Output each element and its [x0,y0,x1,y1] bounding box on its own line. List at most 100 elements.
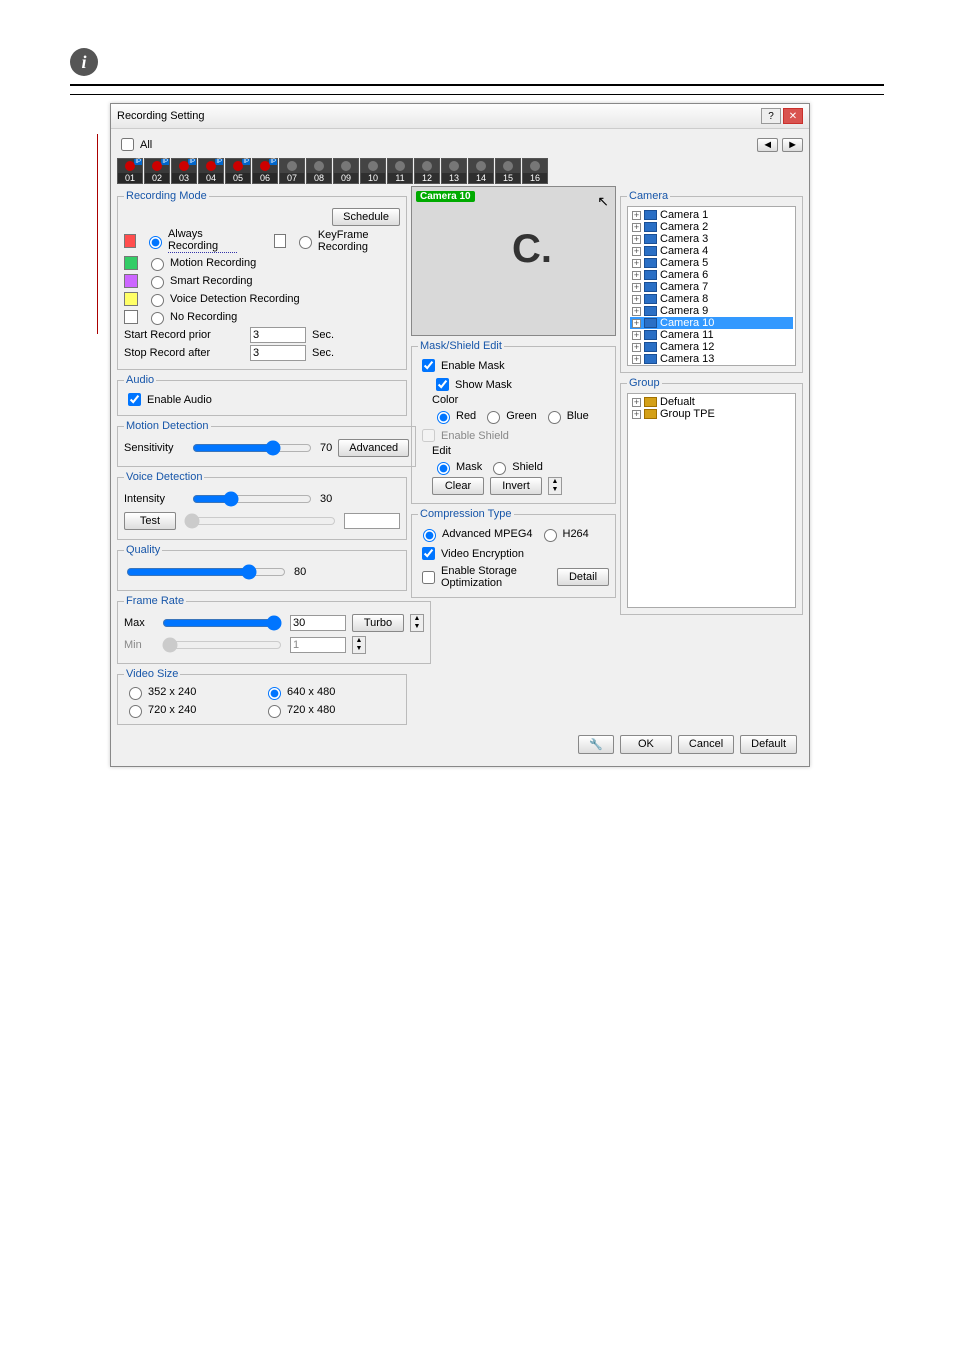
camera-tree-item[interactable]: +Camera 4 [630,245,793,257]
camera-chip-10[interactable]: 10 [360,158,386,184]
camera-chip-04[interactable]: IP04 [198,158,224,184]
motion-recording-option[interactable]: Motion Recording [146,255,256,271]
expand-icon[interactable]: + [632,307,641,316]
videosize-option-0[interactable]: 352 x 240 [124,684,261,700]
close-button[interactable]: ✕ [783,108,803,124]
camera-chip-14[interactable]: 14 [468,158,494,184]
camera-tree-item[interactable]: +Camera 13 [630,353,793,365]
camera-tree-item[interactable]: +Camera 3 [630,233,793,245]
camera-chip-16[interactable]: 16 [522,158,548,184]
videosize-option-2[interactable]: 720 x 240 [124,702,261,718]
mask-color-blue[interactable]: Blue [543,408,589,424]
mask-spinner[interactable]: ▲▼ [548,477,562,495]
expand-icon[interactable]: + [632,295,641,304]
no-recording-option[interactable]: No Recording [146,309,237,325]
intensity-slider[interactable] [192,491,312,507]
mask-color-green[interactable]: Green [482,408,537,424]
max-fps-slider[interactable] [162,615,282,631]
group-tree-item[interactable]: +Defualt [630,396,793,408]
expand-icon[interactable]: + [632,211,641,220]
camera-tree[interactable]: +Camera 1+Camera 2+Camera 3+Camera 4+Cam… [627,206,796,366]
camera-chip-06[interactable]: IP06 [252,158,278,184]
camera-icon [644,294,657,304]
nav-right-button[interactable]: ► [782,138,803,152]
camera-chip-08[interactable]: 08 [306,158,332,184]
mask-color-red[interactable]: Red [432,408,476,424]
keyframe-recording-option[interactable]: KeyFrame Recording [294,229,400,253]
expand-icon[interactable]: + [632,331,641,340]
camera-tree-item[interactable]: +Camera 2 [630,221,793,233]
expand-icon[interactable]: + [632,410,641,419]
camera-chip-13[interactable]: 13 [441,158,467,184]
all-checkbox-input[interactable] [121,138,134,151]
camera-preview[interactable]: Camera 10 C. ↖ [411,186,616,336]
show-mask-checkbox[interactable]: Show Mask [432,375,609,394]
nav-left-button[interactable]: ◄ [757,138,778,152]
max-fps-input[interactable] [290,615,346,631]
expand-icon[interactable]: + [632,283,641,292]
camera-tree-item[interactable]: +Camera 11 [630,329,793,341]
camera-tree-item[interactable]: +Camera 7 [630,281,793,293]
camera-tree-item[interactable]: +Camera 9 [630,305,793,317]
expand-icon[interactable]: + [632,235,641,244]
turbo-button[interactable]: Turbo [352,614,404,632]
expand-icon[interactable]: + [632,247,641,256]
expand-icon[interactable]: + [632,355,641,364]
enable-audio-checkbox[interactable]: Enable Audio [124,390,400,409]
camera-chip-03[interactable]: IP03 [171,158,197,184]
videosize-option-1[interactable]: 640 x 480 [263,684,400,700]
expand-icon[interactable]: + [632,223,641,232]
expand-icon[interactable]: + [632,259,641,268]
camera-chip-15[interactable]: 15 [495,158,521,184]
camera-chip-01[interactable]: IP01 [117,158,143,184]
camera-chip-05[interactable]: IP05 [225,158,251,184]
camera-chip-09[interactable]: 09 [333,158,359,184]
expand-icon[interactable]: + [632,319,641,328]
camera-chip-12[interactable]: 12 [414,158,440,184]
camera-tree-item[interactable]: +Camera 1 [630,209,793,221]
schedule-button[interactable]: Schedule [332,208,400,226]
invert-button[interactable]: Invert [490,477,542,495]
compression-h264[interactable]: H264 [539,526,589,542]
camera-tree-item[interactable]: +Camera 14 [630,365,793,366]
enable-shield-checkbox[interactable]: Enable Shield [418,426,609,445]
voice-recording-option[interactable]: Voice Detection Recording [146,291,300,307]
expand-icon[interactable]: + [632,343,641,352]
expand-icon[interactable]: + [632,398,641,407]
sensitivity-slider[interactable] [192,440,312,456]
video-encryption-checkbox[interactable]: Video Encryption [418,544,609,563]
test-button[interactable]: Test [124,512,176,530]
camera-tree-item[interactable]: +Camera 5 [630,257,793,269]
help-button[interactable]: ? [761,108,781,124]
camera-chip-07[interactable]: 07 [279,158,305,184]
default-button[interactable]: Default [740,735,797,754]
advanced-button[interactable]: Advanced [338,439,409,457]
expand-icon[interactable]: + [632,271,641,280]
group-tree[interactable]: +Defualt+Group TPE [627,393,796,608]
camera-tree-item[interactable]: +Camera 12 [630,341,793,353]
enable-mask-checkbox[interactable]: Enable Mask [418,356,609,375]
all-checkbox[interactable]: All [117,135,152,154]
edit-mode-mask[interactable]: Mask [432,459,482,475]
tool-button[interactable]: 🔧 [578,735,614,754]
quality-slider[interactable] [126,564,286,580]
recording-mode-group: Recording Mode Schedule Always Recording… [117,190,407,370]
videosize-option-3[interactable]: 720 x 480 [263,702,400,718]
camera-tree-item[interactable]: +Camera 8 [630,293,793,305]
cancel-button[interactable]: Cancel [678,735,734,754]
detail-button[interactable]: Detail [557,568,609,586]
camera-tree-item[interactable]: +Camera 6 [630,269,793,281]
ok-button[interactable]: OK [620,735,672,754]
start-record-prior-input[interactable] [250,327,306,343]
camera-chip-11[interactable]: 11 [387,158,413,184]
stop-record-after-input[interactable] [250,345,306,361]
storage-optimization-checkbox[interactable]: Enable Storage Optimization [418,565,551,589]
camera-tree-item[interactable]: +Camera 10 [630,317,793,329]
smart-recording-option[interactable]: Smart Recording [146,273,253,289]
clear-button[interactable]: Clear [432,477,484,495]
compression-advancedmpeg4[interactable]: Advanced MPEG4 [418,526,533,542]
edit-mode-shield[interactable]: Shield [488,459,543,475]
always-recording-option[interactable]: Always Recording [144,228,237,253]
camera-chip-02[interactable]: IP02 [144,158,170,184]
group-tree-item[interactable]: +Group TPE [630,408,793,420]
